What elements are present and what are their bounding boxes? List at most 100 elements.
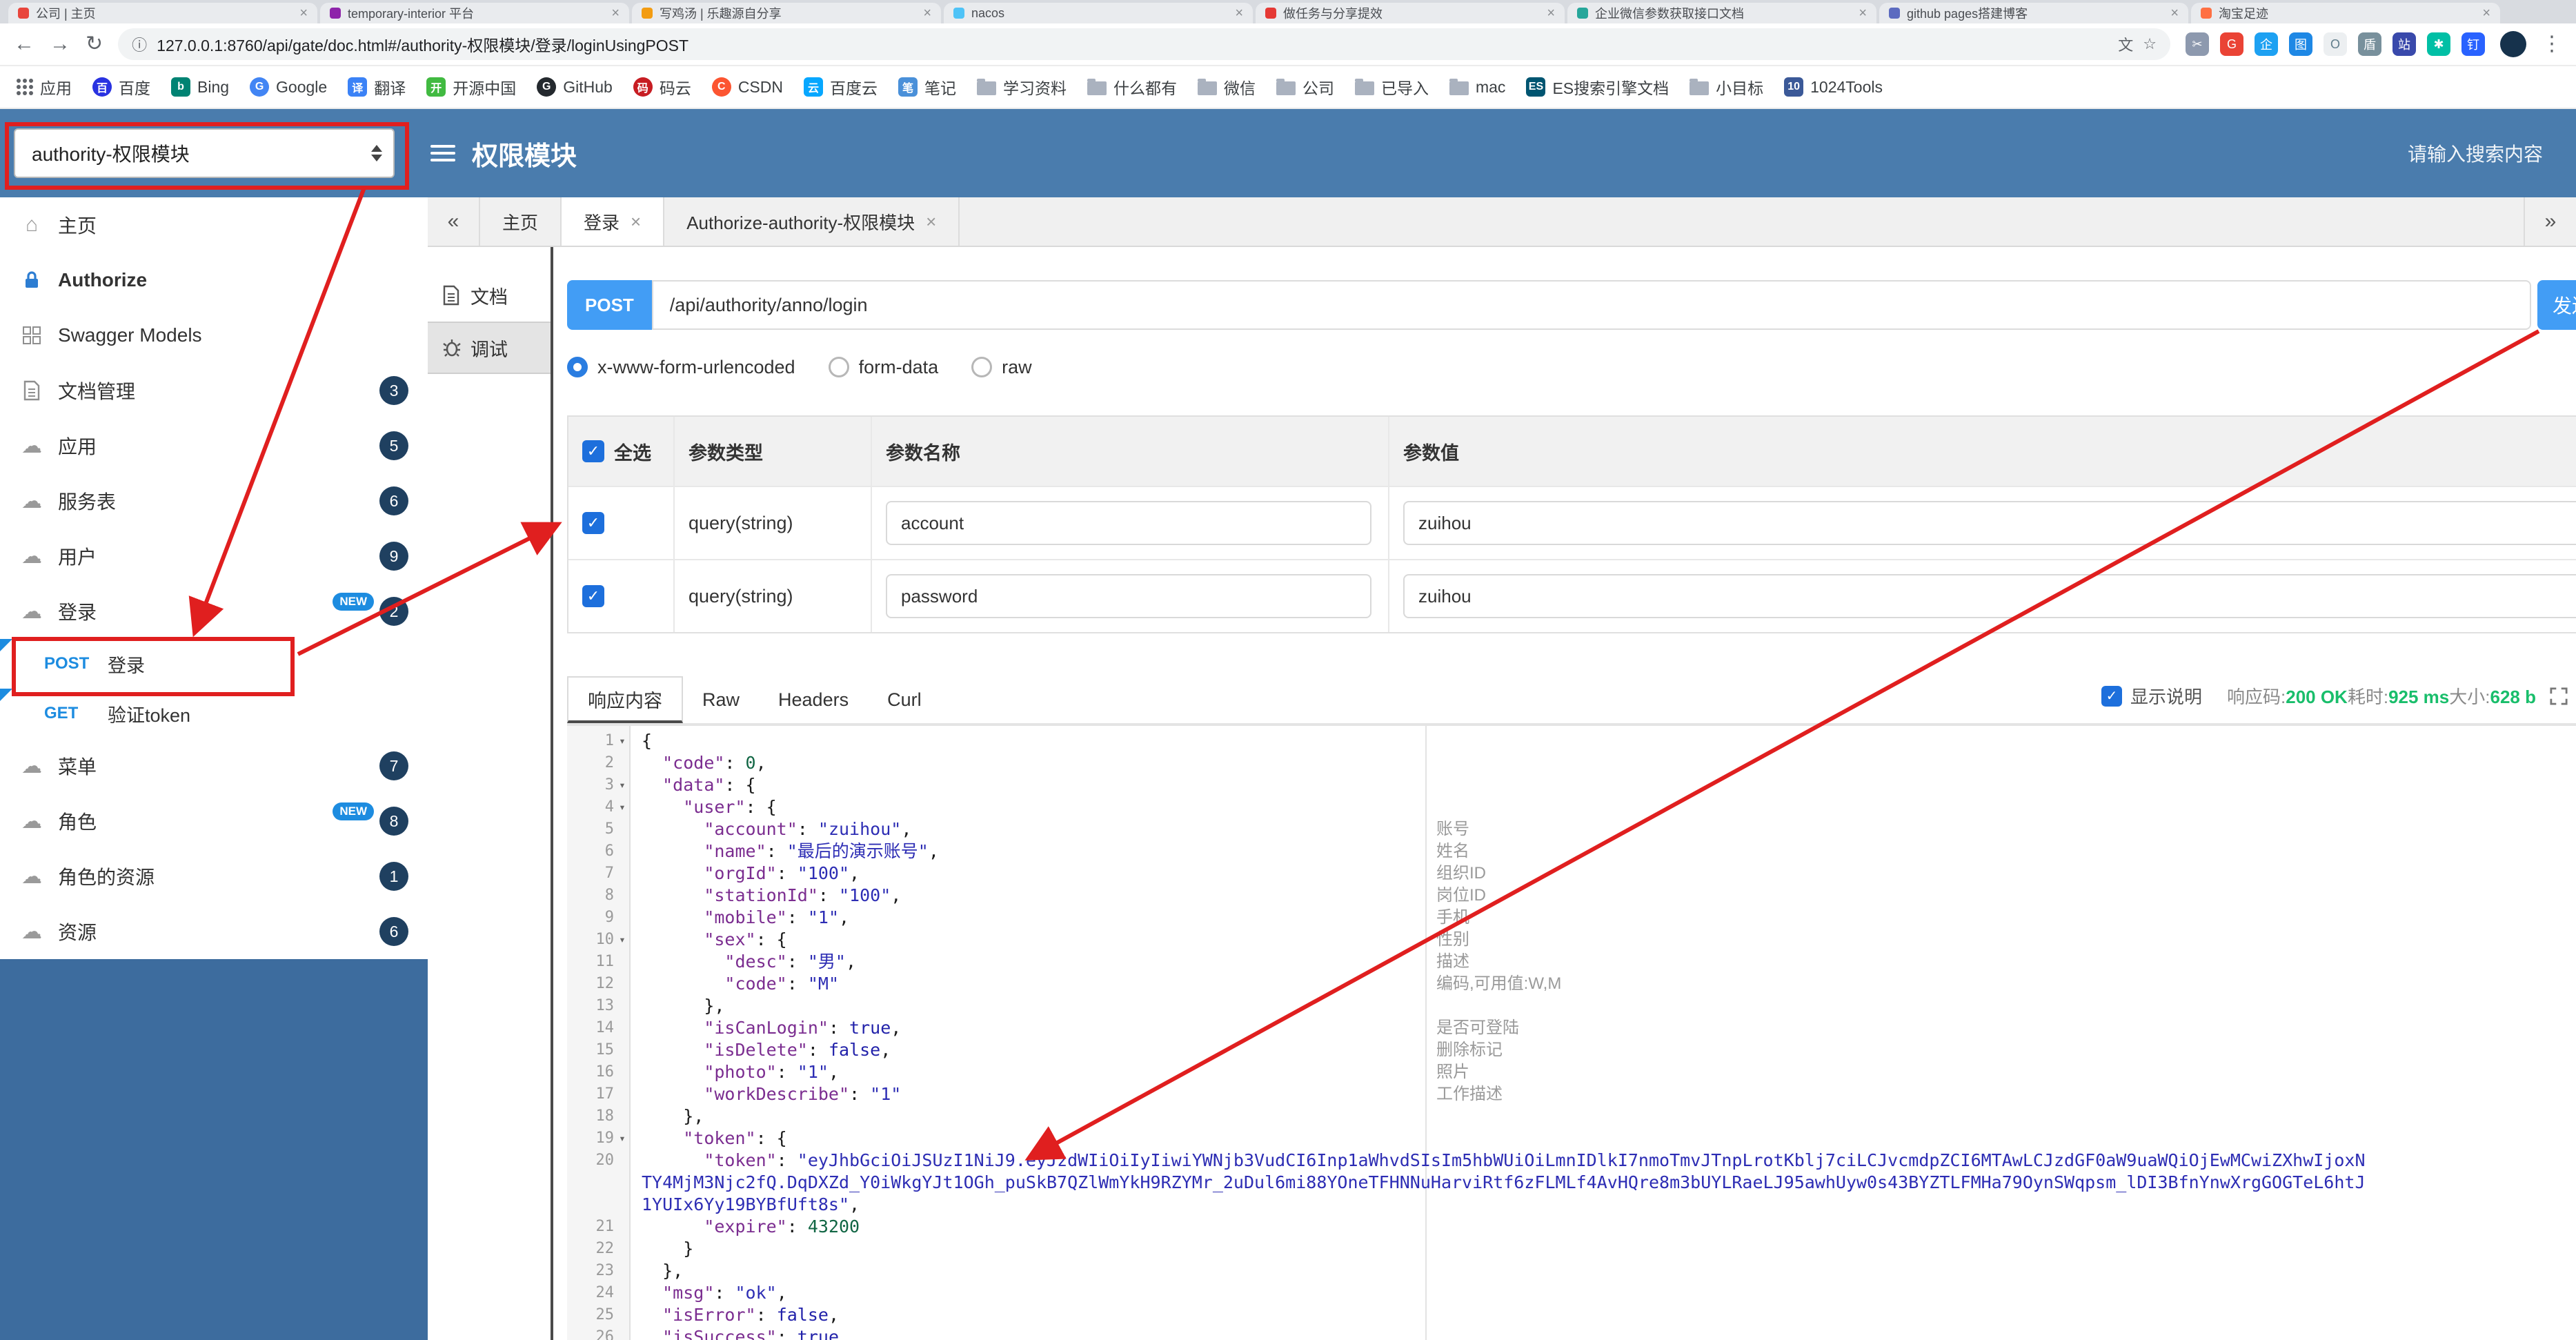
bookmark-item[interactable]: mac bbox=[1449, 78, 1505, 97]
browser-tab[interactable]: 做任务与分享提效 × bbox=[1256, 3, 1565, 23]
bookmark-item[interactable]: 10 1024Tools bbox=[1784, 77, 1883, 97]
view-tab[interactable]: 文档 bbox=[428, 269, 551, 322]
extension-icon[interactable]: O bbox=[2324, 32, 2347, 56]
extension-icon[interactable]: G bbox=[2220, 32, 2243, 56]
browser-menu-icon[interactable]: ⋮ bbox=[2542, 34, 2562, 55]
param-value-input[interactable] bbox=[1403, 574, 2576, 618]
response-tab[interactable]: Curl bbox=[868, 676, 941, 723]
sidebar-api-item[interactable]: GET 验证token bbox=[0, 689, 428, 738]
fold-arrow-icon[interactable]: ▾ bbox=[614, 929, 631, 951]
browser-tab[interactable]: 淘宝足迹 × bbox=[2191, 3, 2500, 23]
sidebar-item[interactable]: ☁ 应用 5 bbox=[0, 418, 428, 473]
bookmark-item[interactable]: C CSDN bbox=[711, 77, 783, 97]
send-button[interactable]: 发送 bbox=[2537, 280, 2576, 330]
bookmark-item[interactable]: 开开源中国 bbox=[426, 75, 516, 99]
browser-tab[interactable]: 公司 | 主页 × bbox=[8, 3, 317, 23]
param-checkbox[interactable]: ✓ bbox=[582, 585, 604, 607]
sidebar-item[interactable]: ☁ 资源 6 bbox=[0, 904, 428, 959]
header-search-input[interactable]: 请输入搜索内容 bbox=[2408, 139, 2543, 167]
tab-close-icon[interactable]: × bbox=[299, 6, 308, 21]
select-all-checkbox[interactable]: ✓ bbox=[582, 440, 604, 462]
translate-icon[interactable]: 文 bbox=[2118, 33, 2133, 55]
sidebar-item[interactable]: ⌂ 主页 bbox=[0, 197, 428, 253]
browser-tab[interactable]: temporary-interior 平台 × bbox=[320, 3, 629, 23]
bookmark-item[interactable]: b Bing bbox=[171, 77, 229, 97]
doc-tab[interactable]: Authorize-authority-权限模块 × bbox=[664, 197, 960, 246]
sidebar-item[interactable]: ☁ 服务表 6 bbox=[0, 473, 428, 529]
bookmark-item[interactable]: 什么都有 bbox=[1087, 75, 1177, 99]
response-tab[interactable]: Raw bbox=[683, 676, 759, 723]
fold-arrow-icon[interactable]: ▾ bbox=[614, 1127, 631, 1150]
browser-tab[interactable]: github pages搭建博客 × bbox=[1879, 3, 2188, 23]
forward-icon[interactable]: → bbox=[50, 34, 70, 55]
fold-arrow-icon[interactable]: ▾ bbox=[614, 796, 631, 818]
browser-tab[interactable]: 写鸡汤 | 乐趣源自分享 × bbox=[632, 3, 941, 23]
param-name-input[interactable] bbox=[886, 574, 1371, 618]
bookmark-item[interactable]: 云百度云 bbox=[803, 75, 878, 99]
bookmark-item[interactable]: 应用 bbox=[17, 75, 72, 99]
sidebar-item[interactable]: Swagger Models bbox=[0, 308, 428, 363]
browser-tab[interactable]: nacos × bbox=[944, 3, 1253, 23]
back-icon[interactable]: ← bbox=[14, 34, 34, 55]
extension-icon[interactable]: 图 bbox=[2289, 32, 2312, 56]
tab-close-icon[interactable]: × bbox=[926, 211, 936, 233]
view-tab[interactable]: 调试 bbox=[428, 322, 551, 374]
bookmark-item[interactable]: 学习资料 bbox=[976, 75, 1067, 99]
fold-arrow-icon[interactable]: ▾ bbox=[614, 730, 631, 752]
request-path-input[interactable] bbox=[651, 280, 2531, 330]
sidebar-api-item[interactable]: POST 登录 bbox=[0, 639, 428, 689]
profile-avatar[interactable] bbox=[2500, 31, 2526, 57]
sidebar-item[interactable]: ☁ 登录 NEW 2 bbox=[0, 584, 428, 639]
tab-close-icon[interactable]: × bbox=[631, 211, 641, 233]
sidebar-item[interactable]: ☁ 角色的资源 1 bbox=[0, 849, 428, 904]
tab-close-icon[interactable]: × bbox=[611, 6, 620, 21]
bookmark-item[interactable]: 微信 bbox=[1197, 75, 1256, 99]
bookmark-item[interactable]: 码码云 bbox=[633, 75, 691, 99]
extension-icon[interactable]: ✂ bbox=[2186, 32, 2209, 56]
sidebar-item[interactable]: ☁ 角色 NEW 8 bbox=[0, 794, 428, 849]
reload-icon[interactable]: ↻ bbox=[86, 34, 103, 55]
sidebar-item[interactable]: 文档管理 3 bbox=[0, 363, 428, 418]
bookmark-item[interactable]: 笔笔记 bbox=[898, 75, 956, 99]
tabs-expand-icon[interactable]: » bbox=[2524, 197, 2576, 246]
menu-toggle-icon[interactable] bbox=[430, 145, 455, 161]
bookmark-star-icon[interactable]: ☆ bbox=[2143, 35, 2157, 53]
response-tab[interactable]: Headers bbox=[759, 676, 868, 723]
bookmark-item[interactable]: 已导入 bbox=[1354, 75, 1429, 99]
extension-icon[interactable]: 站 bbox=[2392, 32, 2416, 56]
bookmark-item[interactable]: 公司 bbox=[1276, 75, 1334, 99]
sidebar-item[interactable]: ☁ 用户 9 bbox=[0, 529, 428, 584]
sidebar-item[interactable]: Authorize bbox=[0, 253, 428, 308]
extension-icon[interactable]: 钉 bbox=[2461, 32, 2485, 56]
browser-tab[interactable]: 企业微信参数获取接口文档 × bbox=[1567, 3, 1876, 23]
bookmark-item[interactable]: G Google bbox=[250, 77, 327, 97]
bookmark-item[interactable]: ES ES搜索引擎文档 bbox=[1526, 75, 1669, 99]
address-bar[interactable]: ⓘ 127.0.0.1:8760/api/gate/doc.html#/auth… bbox=[118, 28, 2170, 60]
service-select[interactable]: authority-权限模块 bbox=[14, 128, 395, 178]
bookmark-item[interactable]: G GitHub bbox=[537, 77, 613, 97]
content-type-radio[interactable]: raw bbox=[971, 357, 1032, 378]
response-tab[interactable]: 响应内容 bbox=[567, 676, 683, 723]
tab-close-icon[interactable]: × bbox=[1859, 6, 1867, 21]
bookmark-item[interactable]: 小目标 bbox=[1690, 75, 1763, 99]
sidebar-item[interactable]: ☁ 菜单 7 bbox=[0, 738, 428, 794]
content-type-radio[interactable]: form-data bbox=[828, 357, 938, 378]
show-desc-checkbox[interactable]: ✓ bbox=[2101, 685, 2122, 707]
doc-tab[interactable]: 登录 × bbox=[562, 197, 665, 246]
fold-arrow-icon[interactable]: ▾ bbox=[614, 774, 631, 796]
fullscreen-icon[interactable] bbox=[2550, 687, 2568, 705]
bookmark-item[interactable]: 译翻译 bbox=[348, 75, 406, 99]
doc-tab[interactable]: 主页 bbox=[480, 197, 562, 246]
extension-icon[interactable]: 企 bbox=[2255, 32, 2278, 56]
extension-icon[interactable]: ✱ bbox=[2427, 32, 2450, 56]
tab-close-icon[interactable]: × bbox=[2482, 6, 2490, 21]
content-type-radio[interactable]: x-www-form-urlencoded bbox=[567, 357, 795, 378]
tab-close-icon[interactable]: × bbox=[2170, 6, 2179, 21]
tabs-collapse-icon[interactable]: « bbox=[428, 197, 480, 246]
param-value-input[interactable] bbox=[1403, 501, 2576, 545]
param-name-input[interactable] bbox=[886, 501, 1371, 545]
tab-close-icon[interactable]: × bbox=[923, 6, 931, 21]
param-checkbox[interactable]: ✓ bbox=[582, 512, 604, 534]
tab-close-icon[interactable]: × bbox=[1547, 6, 1555, 21]
bookmark-item[interactable]: 百百度 bbox=[92, 75, 150, 99]
